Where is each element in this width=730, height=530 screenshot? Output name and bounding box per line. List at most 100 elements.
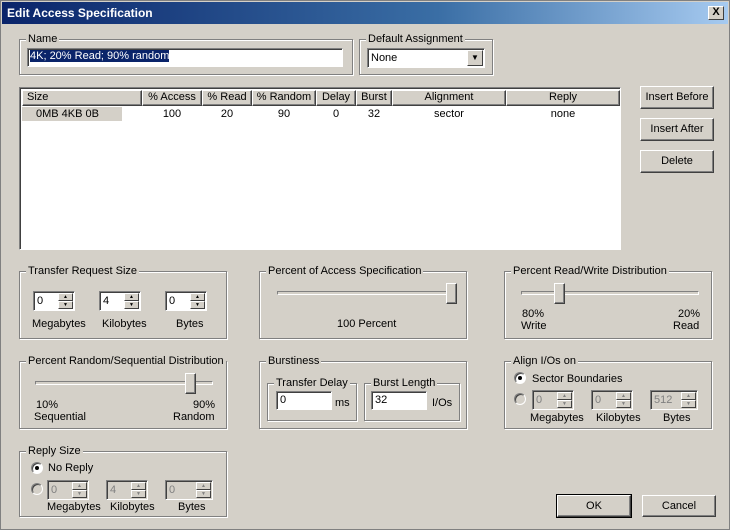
transfer-kilobytes-value: 4 bbox=[103, 295, 110, 307]
transfer-delay-input[interactable]: 0 bbox=[276, 391, 332, 410]
reply-bytes-label: Bytes bbox=[178, 501, 206, 513]
sequential-label: Sequential bbox=[34, 411, 86, 423]
align-custom-radio[interactable] bbox=[514, 393, 526, 405]
column-size[interactable]: Size bbox=[22, 90, 142, 106]
align-megabytes-label: Megabytes bbox=[530, 412, 584, 424]
column-random[interactable]: % Random bbox=[252, 90, 316, 106]
ok-button[interactable]: OK bbox=[556, 494, 632, 518]
arrow-down-icon[interactable]: ▼ bbox=[616, 400, 631, 408]
transfer-kilobytes-label: Kilobytes bbox=[102, 318, 147, 330]
align-kilobytes-stepper[interactable]: 0 ▲ ▼ bbox=[591, 390, 633, 410]
default-assignment-select[interactable]: None ▼ bbox=[367, 48, 485, 68]
transfer-megabytes-value: 0 bbox=[37, 295, 44, 307]
align-ios-legend: Align I/Os on bbox=[511, 355, 578, 367]
random-label: Random bbox=[173, 411, 215, 423]
table-row[interactable]: 0MB 4KB 0B 100 20 90 0 32 sector none bbox=[22, 107, 618, 121]
column-read[interactable]: % Read bbox=[202, 90, 252, 106]
reply-kilobytes-value: 4 bbox=[110, 484, 117, 496]
transfer-delay-legend: Transfer Delay bbox=[274, 377, 350, 389]
percent-access-slider-track[interactable] bbox=[277, 291, 457, 295]
arrow-down-icon[interactable]: ▼ bbox=[681, 400, 696, 408]
arrow-up-icon[interactable]: ▲ bbox=[190, 293, 205, 301]
reply-bytes-stepper[interactable]: 0 ▲ ▼ bbox=[165, 480, 213, 500]
no-reply-label: No Reply bbox=[48, 462, 94, 474]
align-bytes-stepper[interactable]: 512 ▲ ▼ bbox=[650, 390, 698, 410]
table-header: Size % Access % Read % Random Delay Burs… bbox=[22, 90, 620, 106]
name-legend: Name bbox=[26, 33, 60, 45]
cell-burst: 32 bbox=[367, 108, 381, 120]
reply-kilobytes-stepper[interactable]: 4 ▲ ▼ bbox=[106, 480, 148, 500]
arrow-down-icon[interactable]: ▼ bbox=[131, 490, 146, 498]
cell-size: 0MB 4KB 0B bbox=[22, 107, 122, 121]
arrow-up-icon[interactable]: ▲ bbox=[557, 392, 572, 400]
arrow-up-icon[interactable]: ▲ bbox=[131, 482, 146, 490]
arrow-up-icon[interactable]: ▲ bbox=[72, 482, 87, 490]
delete-button[interactable]: Delete bbox=[640, 150, 714, 173]
arrow-up-icon[interactable]: ▲ bbox=[124, 293, 139, 301]
arrow-down-icon[interactable]: ▼ bbox=[58, 301, 73, 309]
column-reply[interactable]: Reply bbox=[506, 90, 620, 106]
write-label: Write bbox=[521, 320, 547, 332]
sector-boundaries-radio[interactable] bbox=[514, 372, 526, 384]
random-percent: 90% bbox=[193, 399, 216, 411]
random-sequential-slider-thumb[interactable] bbox=[185, 373, 196, 394]
align-megabytes-stepper[interactable]: 0 ▲ ▼ bbox=[532, 390, 574, 410]
burst-length-input[interactable]: 32 bbox=[371, 391, 427, 410]
name-value: 4K; 20% Read; 90% random bbox=[30, 50, 170, 62]
reply-megabytes-label: Megabytes bbox=[47, 501, 101, 513]
transfer-request-size-legend: Transfer Request Size bbox=[26, 265, 140, 277]
arrow-up-icon[interactable]: ▲ bbox=[58, 293, 73, 301]
transfer-megabytes-stepper[interactable]: 0 ▲ ▼ bbox=[33, 291, 75, 311]
title-bar: Edit Access Specification X bbox=[2, 2, 728, 24]
transfer-bytes-stepper[interactable]: 0 ▲ ▼ bbox=[165, 291, 207, 311]
arrow-down-icon[interactable]: ▼ bbox=[557, 400, 572, 408]
arrow-up-icon[interactable]: ▲ bbox=[681, 392, 696, 400]
read-write-legend: Percent Read/Write Distribution bbox=[511, 265, 669, 277]
align-kilobytes-value: 0 bbox=[595, 394, 602, 406]
default-assignment-value: None bbox=[371, 52, 398, 64]
reply-megabytes-value: 0 bbox=[51, 484, 58, 496]
align-bytes-label: Bytes bbox=[663, 412, 691, 424]
insert-after-button[interactable]: Insert After bbox=[640, 118, 714, 141]
transfer-kilobytes-stepper[interactable]: 4 ▲ ▼ bbox=[99, 291, 141, 311]
burstiness-legend: Burstiness bbox=[266, 355, 322, 367]
write-percent: 80% bbox=[522, 308, 545, 320]
cell-read: 20 bbox=[220, 108, 234, 120]
percent-access-legend: Percent of Access Specification bbox=[266, 265, 424, 277]
arrow-up-icon[interactable]: ▲ bbox=[196, 482, 211, 490]
read-write-slider-track[interactable] bbox=[521, 291, 699, 295]
percent-access-slider-thumb[interactable] bbox=[446, 283, 457, 304]
cell-alignment: sector bbox=[434, 108, 464, 120]
cell-delay: 0 bbox=[332, 108, 340, 120]
reply-megabytes-stepper[interactable]: 0 ▲ ▼ bbox=[47, 480, 89, 500]
column-access[interactable]: % Access bbox=[142, 90, 202, 106]
edit-access-spec-dialog: Edit Access Specification X Name 4K; 20%… bbox=[0, 0, 730, 530]
column-alignment[interactable]: Alignment bbox=[392, 90, 506, 106]
transfer-delay-unit: ms bbox=[335, 397, 350, 409]
column-delay[interactable]: Delay bbox=[316, 90, 356, 106]
arrow-down-icon[interactable]: ▼ bbox=[72, 490, 87, 498]
read-write-slider-thumb[interactable] bbox=[554, 283, 565, 304]
close-button[interactable]: X bbox=[708, 6, 724, 20]
transfer-bytes-value: 0 bbox=[169, 295, 176, 307]
window-title: Edit Access Specification bbox=[7, 6, 153, 20]
no-reply-radio[interactable] bbox=[31, 462, 43, 474]
align-megabytes-value: 0 bbox=[536, 394, 543, 406]
random-sequential-legend: Percent Random/Sequential Distribution bbox=[26, 355, 226, 367]
chevron-down-icon[interactable]: ▼ bbox=[467, 50, 483, 66]
transfer-megabytes-label: Megabytes bbox=[32, 318, 86, 330]
access-spec-table[interactable]: Size % Access % Read % Random Delay Burs… bbox=[19, 87, 621, 250]
sector-boundaries-label: Sector Boundaries bbox=[532, 373, 623, 385]
burst-length-legend: Burst Length bbox=[371, 377, 438, 389]
insert-before-button[interactable]: Insert Before bbox=[640, 86, 714, 109]
read-percent: 20% bbox=[678, 308, 701, 320]
arrow-down-icon[interactable]: ▼ bbox=[196, 490, 211, 498]
cancel-button[interactable]: Cancel bbox=[642, 495, 716, 517]
arrow-down-icon[interactable]: ▼ bbox=[190, 301, 205, 309]
align-kilobytes-label: Kilobytes bbox=[596, 412, 641, 424]
arrow-up-icon[interactable]: ▲ bbox=[616, 392, 631, 400]
name-input[interactable]: 4K; 20% Read; 90% random bbox=[27, 48, 343, 67]
column-burst[interactable]: Burst bbox=[356, 90, 392, 106]
arrow-down-icon[interactable]: ▼ bbox=[124, 301, 139, 309]
reply-custom-radio[interactable] bbox=[31, 483, 43, 495]
